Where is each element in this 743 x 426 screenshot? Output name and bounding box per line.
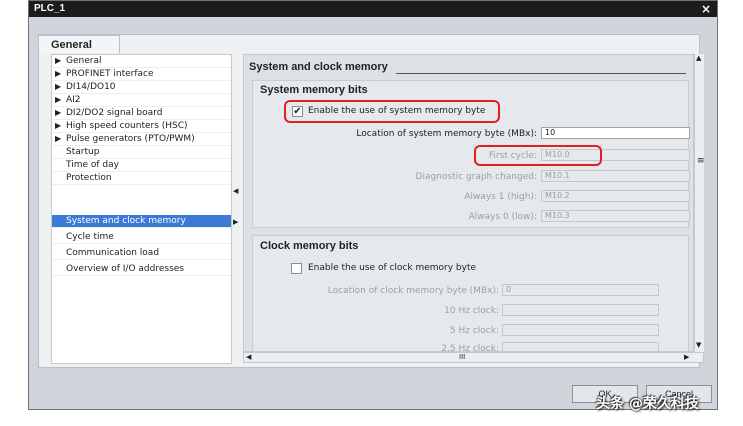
nav-item-communication-load[interactable]: Communication load — [52, 247, 231, 260]
expand-arrow-icon[interactable]: ▶ — [55, 68, 61, 80]
scroll-up-icon[interactable]: ▲ — [696, 54, 701, 62]
window-title: PLC_1 — [34, 3, 66, 14]
title-bar[interactable]: PLC_1 × — [29, 1, 717, 17]
nav-item-label: Cycle time — [66, 232, 114, 242]
nav-item-label: PROFINET interface — [66, 69, 154, 79]
section-title: System and clock memory — [249, 61, 388, 73]
scroll-thumb[interactable]: III — [459, 353, 465, 361]
expand-arrow-icon[interactable]: ▶ — [55, 94, 61, 106]
nav-item-profinet-interface[interactable]: ▶ PROFINET interface — [52, 68, 231, 81]
horizontal-scrollbar[interactable]: ◀ III ▶ — [243, 352, 704, 363]
always-high-label: Always 1 (high): — [464, 192, 537, 202]
scroll-right-icon[interactable]: ▶ — [684, 353, 689, 361]
diagnostic-graph-label: Diagnostic graph changed: — [415, 172, 537, 182]
nav-item-general[interactable]: ▶ General — [52, 55, 231, 68]
system-memory-title: System memory bits — [260, 84, 368, 96]
always-low-label: Always 0 (low): — [468, 212, 537, 222]
nav-item-label: AI2 — [66, 95, 81, 105]
close-icon[interactable]: × — [701, 2, 711, 16]
watermark-text: 头条 @荣久科技 — [596, 396, 699, 412]
nav-item-label: Startup — [66, 147, 100, 157]
scroll-grip-icon[interactable]: ≡ — [697, 156, 705, 166]
clock-5hz-field — [502, 324, 659, 336]
nav-item-label: DI2/DO2 signal board — [66, 108, 163, 118]
clock-10hz-field — [502, 304, 659, 316]
expand-arrow-icon[interactable]: ▶ — [55, 107, 61, 119]
clock-memory-location-input: 0 — [502, 284, 659, 296]
system-memory-location-label: Location of system memory byte (MBx): — [356, 129, 537, 139]
always-low-field: M10.3 — [541, 210, 690, 222]
nav-item-signal-board[interactable]: ▶ DI2/DO2 signal board — [52, 107, 231, 120]
clock-memory-panel: Clock memory bits Enable the use of cloc… — [252, 235, 689, 352]
tab-general[interactable]: General — [38, 35, 120, 53]
clock-2-5hz-label: 2.5 Hz clock: — [441, 344, 499, 352]
nav-item-label: Communication load — [66, 248, 160, 258]
nav-item-system-clock-memory[interactable]: System and clock memory — [52, 215, 231, 228]
navigation-tree: ▶ General ▶ PROFINET interface ▶ DI14/DO… — [51, 54, 232, 364]
nav-item-label: Overview of I/O addresses — [66, 264, 184, 274]
nav-item-ai2[interactable]: ▶ AI2 — [52, 94, 231, 107]
clock-memory-location-label: Location of clock memory byte (MBx): — [327, 286, 499, 296]
clock-5hz-label: 5 Hz clock: — [449, 326, 499, 336]
clock-memory-title: Clock memory bits — [260, 240, 359, 252]
scroll-left-icon[interactable]: ◀ — [246, 353, 251, 361]
nav-item-io-overview[interactable]: Overview of I/O addresses — [52, 263, 231, 276]
vertical-scrollbar[interactable]: ▲ ≡ ▼ — [694, 54, 705, 352]
highlight-oval — [474, 145, 602, 166]
splitter-left-arrow-icon[interactable]: ◀ — [233, 187, 238, 195]
clock-10hz-label: 10 Hz clock: — [444, 306, 499, 316]
clock-2-5hz-field — [502, 342, 659, 351]
scroll-down-icon[interactable]: ▼ — [696, 341, 701, 349]
nav-item-cycle-time[interactable]: Cycle time — [52, 231, 231, 244]
always-high-field: M10.2 — [541, 190, 690, 202]
expand-arrow-icon[interactable]: ▶ — [55, 133, 61, 145]
nav-item-label: DI14/DO10 — [66, 82, 116, 92]
nav-item-label: High speed counters (HSC) — [66, 121, 188, 131]
clock-memory-enable-label: Enable the use of clock memory byte — [308, 263, 477, 273]
section-divider — [396, 73, 686, 74]
nav-item-label: System and clock memory — [66, 216, 186, 226]
nav-item-label: Time of day — [66, 160, 119, 170]
nav-item-pulse-generators[interactable]: ▶ Pulse generators (PTO/PWM) — [52, 133, 231, 146]
clock-memory-enable-checkbox[interactable] — [291, 263, 302, 274]
expand-arrow-icon[interactable]: ▶ — [55, 81, 61, 93]
nav-item-hsc[interactable]: ▶ High speed counters (HSC) — [52, 120, 231, 133]
highlight-oval — [284, 100, 500, 123]
nav-item-startup[interactable]: Startup — [52, 146, 231, 159]
nav-item-di14-do10[interactable]: ▶ DI14/DO10 — [52, 81, 231, 94]
system-memory-location-input[interactable]: 10 — [541, 127, 690, 139]
nav-item-label: General — [66, 56, 102, 66]
nav-item-label: Pulse generators (PTO/PWM) — [66, 134, 195, 144]
plc-properties-dialog: PLC_1 × General ▶ General ▶ PROFINET int… — [28, 0, 718, 410]
nav-item-time-of-day[interactable]: Time of day — [52, 159, 231, 172]
nav-item-protection[interactable]: Protection — [52, 172, 231, 185]
nav-item-label: Protection — [66, 173, 112, 183]
system-memory-panel: System memory bits ✔ Enable the use of s… — [252, 80, 690, 228]
settings-content: System and clock memory System memory bi… — [243, 54, 694, 352]
expand-arrow-icon[interactable]: ▶ — [55, 120, 61, 132]
splitter-right-arrow-icon[interactable]: ▶ — [233, 218, 238, 226]
expand-arrow-icon[interactable]: ▶ — [55, 55, 61, 67]
diagnostic-graph-field: M10.1 — [541, 170, 690, 182]
